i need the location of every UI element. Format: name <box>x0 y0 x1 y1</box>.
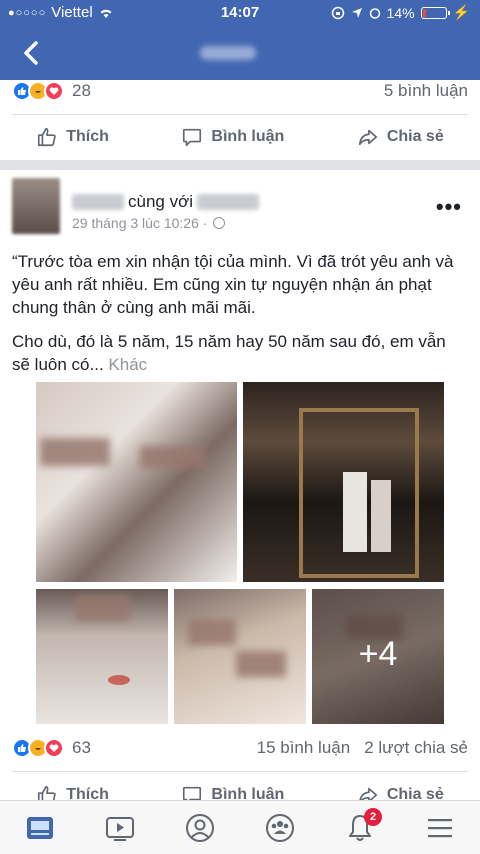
post-paragraph-1: “Trước tòa em xin nhận tội của mình. Vì … <box>12 252 454 317</box>
post-photo-1[interactable] <box>36 382 237 582</box>
post-photo-3[interactable] <box>36 589 168 724</box>
divider <box>12 771 468 772</box>
post-reactions-count: 63 <box>72 738 91 757</box>
face-blur <box>140 446 206 468</box>
post-share-button[interactable]: Chia sẻ <box>357 784 444 800</box>
tab-profile[interactable] <box>180 808 220 848</box>
person-figure <box>371 480 391 552</box>
person-figure <box>343 472 367 552</box>
nav-bar <box>0 26 480 80</box>
previous-post-card: 28 5 bình luận Thích Bình luận Chia sẻ <box>0 80 480 160</box>
back-button[interactable] <box>18 38 46 68</box>
with-text: cùng với <box>128 192 194 211</box>
battery-icon <box>420 6 450 19</box>
tab-notifications[interactable]: 2 <box>340 807 382 848</box>
battery-fill <box>422 8 426 17</box>
author-name-redacted[interactable] <box>72 194 124 210</box>
tab-groups[interactable] <box>260 808 300 848</box>
share-button[interactable]: Chia sẻ <box>357 126 444 148</box>
location-icon <box>351 7 362 18</box>
notifications-badge: 2 <box>364 807 382 826</box>
comment-icon <box>183 786 202 800</box>
reaction-icons <box>12 81 64 101</box>
face-blur <box>236 651 286 677</box>
share-icon <box>359 787 377 800</box>
post-paragraph-2: Cho dù, đó là 5 năm, 15 năm hay 50 năm s… <box>12 330 468 376</box>
like-label: Thích <box>66 128 109 145</box>
tagged-name-redacted[interactable] <box>197 194 260 210</box>
more-options-button[interactable]: ••• <box>436 194 462 220</box>
post-photo-4[interactable] <box>174 589 306 724</box>
avatar[interactable] <box>12 178 60 234</box>
reactions-row[interactable]: 28 5 bình luận <box>12 80 468 102</box>
post-header: cùng với <box>72 192 260 212</box>
comments-count[interactable]: 5 bình luận <box>384 81 468 101</box>
actions-row: Thích Bình luận Chia sẻ <box>0 126 480 148</box>
tab-news-feed[interactable] <box>20 808 60 848</box>
post-comment-button[interactable]: Bình luận <box>181 784 284 800</box>
tab-menu[interactable] <box>420 808 460 848</box>
post-paragraph-2-text: Cho dù, đó là 5 năm, 15 năm hay 50 năm s… <box>12 332 446 374</box>
love-reaction-icon <box>44 738 64 758</box>
profile-icon <box>186 813 214 842</box>
divider <box>12 114 468 115</box>
globe-icon <box>213 217 226 229</box>
tab-watch[interactable] <box>100 808 140 848</box>
comment-button[interactable]: Bình luận <box>181 126 284 148</box>
comment-icon <box>183 128 202 147</box>
rotation-lock-icon <box>331 6 344 19</box>
share-label: Chia sẻ <box>386 786 444 800</box>
groups-icon <box>266 813 294 842</box>
post-photo-5[interactable]: +4 <box>312 589 444 724</box>
face-blur <box>188 619 236 645</box>
post-reactions-row[interactable]: 63 15 bình luận 2 lượt chia sẻ <box>12 737 468 759</box>
like-button[interactable]: Thích <box>36 126 109 148</box>
face-blur <box>76 595 130 621</box>
post-shares-count[interactable]: 2 lượt chia sẻ <box>364 738 468 758</box>
comment-label: Bình luận <box>211 128 285 145</box>
reactions-count: 28 <box>72 81 91 100</box>
video-icon <box>106 816 134 841</box>
post-actions-row: Thích Bình luận Chia sẻ <box>0 784 480 800</box>
love-reaction-icon <box>44 81 64 101</box>
battery-percent: 14% <box>386 4 415 21</box>
post-comments-count[interactable]: 15 bình luận <box>257 738 351 758</box>
hamburger-menu-icon <box>428 818 452 837</box>
post-timestamp[interactable]: 29 tháng 3 lúc 10:26 · <box>72 215 207 231</box>
lipstick-mark <box>108 675 130 685</box>
thumbs-up-icon <box>38 127 56 147</box>
bottom-tab-bar: 2 <box>0 800 480 854</box>
post-timestamp-row: 29 tháng 3 lúc 10:26 · <box>72 215 226 231</box>
alarm-icon <box>369 7 380 19</box>
comment-label: Bình luận <box>211 786 285 800</box>
post-like-button[interactable]: Thích <box>36 784 109 800</box>
nav-title-redacted <box>200 46 256 60</box>
thumbs-up-icon <box>38 785 56 800</box>
face-blur <box>40 438 110 466</box>
status-right: 14% ⚡ <box>331 4 470 21</box>
chevron-left-icon <box>24 41 38 65</box>
see-more-link[interactable]: Khác <box>108 355 147 374</box>
share-label: Chia sẻ <box>386 128 444 145</box>
more-photos-count: +4 <box>358 635 398 673</box>
share-icon <box>358 129 377 146</box>
status-bar: ●○○○○ Viettel 14:07 14% ⚡ <box>0 0 480 26</box>
post-photo-2[interactable] <box>243 382 444 582</box>
news-feed-icon <box>27 816 53 839</box>
reaction-icons <box>12 738 64 758</box>
charging-icon: ⚡ <box>452 4 470 20</box>
like-label: Thích <box>66 786 109 800</box>
